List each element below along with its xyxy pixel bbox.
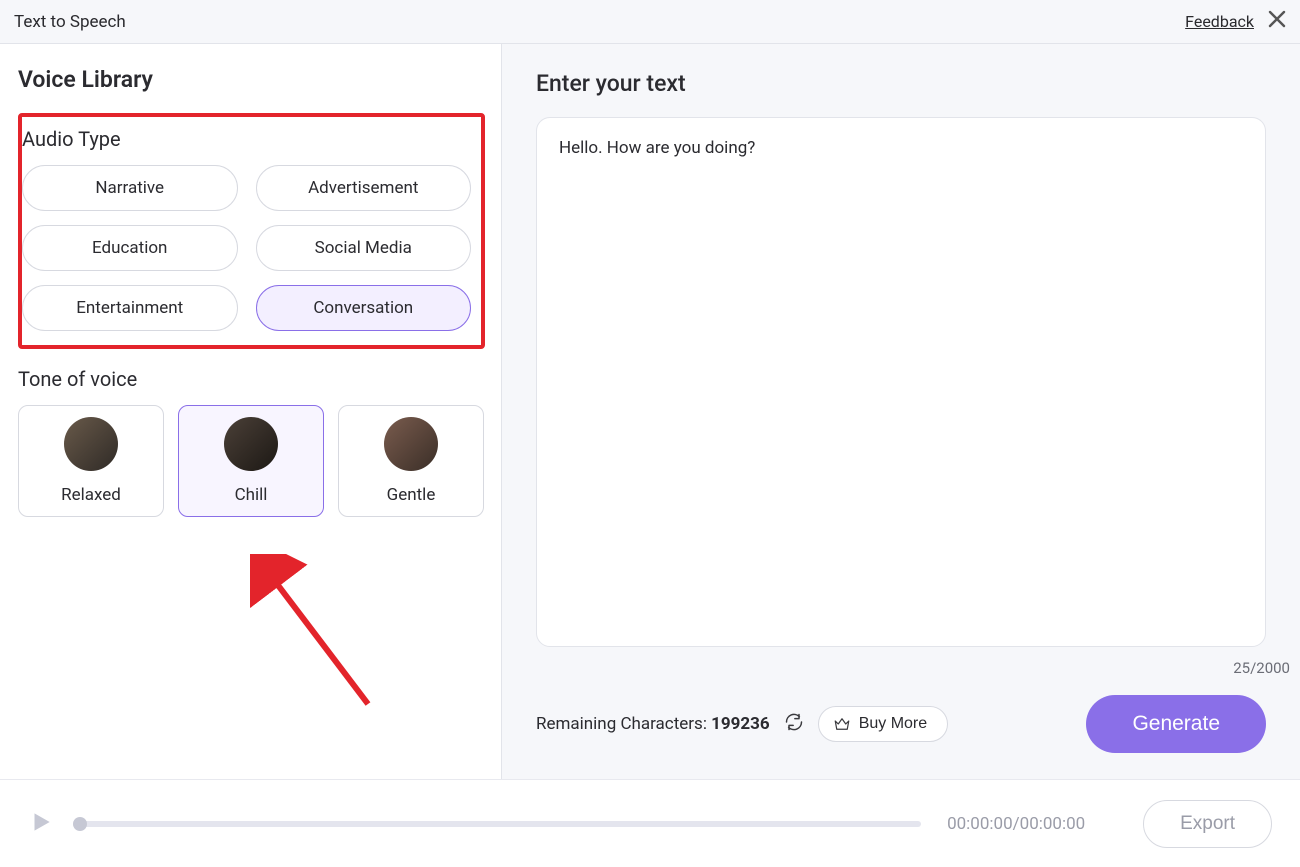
audio-type-narrative[interactable]: Narrative — [22, 165, 238, 211]
buy-more-button[interactable]: Buy More — [818, 706, 948, 742]
char-counter: 25/2000 — [1233, 659, 1290, 677]
audio-type-conversation[interactable]: Conversation — [256, 285, 472, 331]
audio-type-education[interactable]: Education — [22, 225, 238, 271]
voice-library-panel: Voice Library Audio Type Narrative Adver… — [0, 44, 502, 779]
enter-text-heading: Enter your text — [536, 70, 1266, 97]
tone-relaxed-label: Relaxed — [61, 485, 121, 505]
time-display: 00:00:00/00:00:00 — [947, 814, 1117, 834]
avatar-icon — [224, 417, 278, 471]
content-panel: Enter your text 25/2000 Remaining Charac… — [502, 44, 1300, 779]
tone-gentle[interactable]: Gentle — [338, 405, 484, 517]
refresh-icon[interactable] — [784, 712, 804, 736]
annotation-arrow-icon — [250, 554, 390, 714]
audio-type-highlight-box: Audio Type Narrative Advertisement Educa… — [18, 113, 485, 349]
crown-icon — [833, 715, 851, 733]
export-button[interactable]: Export — [1143, 800, 1272, 848]
tone-gentle-label: Gentle — [387, 485, 436, 505]
audio-type-label: Audio Type — [22, 127, 471, 151]
tone-relaxed[interactable]: Relaxed — [18, 405, 164, 517]
audio-type-advertisement[interactable]: Advertisement — [256, 165, 472, 211]
tone-of-voice-label: Tone of voice — [18, 367, 485, 391]
text-input[interactable] — [536, 117, 1266, 647]
play-icon[interactable] — [28, 809, 54, 839]
remaining-characters-label: Remaining Characters: 199236 — [536, 714, 770, 734]
close-icon[interactable] — [1268, 9, 1286, 34]
audio-type-social-media[interactable]: Social Media — [256, 225, 472, 271]
tone-chill[interactable]: Chill — [178, 405, 324, 517]
voice-library-title: Voice Library — [18, 66, 485, 93]
progress-thumb[interactable] — [73, 817, 87, 831]
remaining-characters-count: 199236 — [711, 714, 770, 734]
app-title: Text to Speech — [14, 12, 126, 32]
progress-slider[interactable] — [80, 821, 921, 827]
audio-type-entertainment[interactable]: Entertainment — [22, 285, 238, 331]
buy-more-label: Buy More — [859, 715, 927, 733]
player-bar: 00:00:00/00:00:00 Export — [0, 779, 1300, 867]
avatar-icon — [64, 417, 118, 471]
feedback-link[interactable]: Feedback — [1185, 12, 1254, 31]
tone-chill-label: Chill — [235, 485, 268, 505]
top-bar: Text to Speech Feedback — [0, 0, 1300, 44]
avatar-icon — [384, 417, 438, 471]
generate-button[interactable]: Generate — [1086, 695, 1266, 753]
